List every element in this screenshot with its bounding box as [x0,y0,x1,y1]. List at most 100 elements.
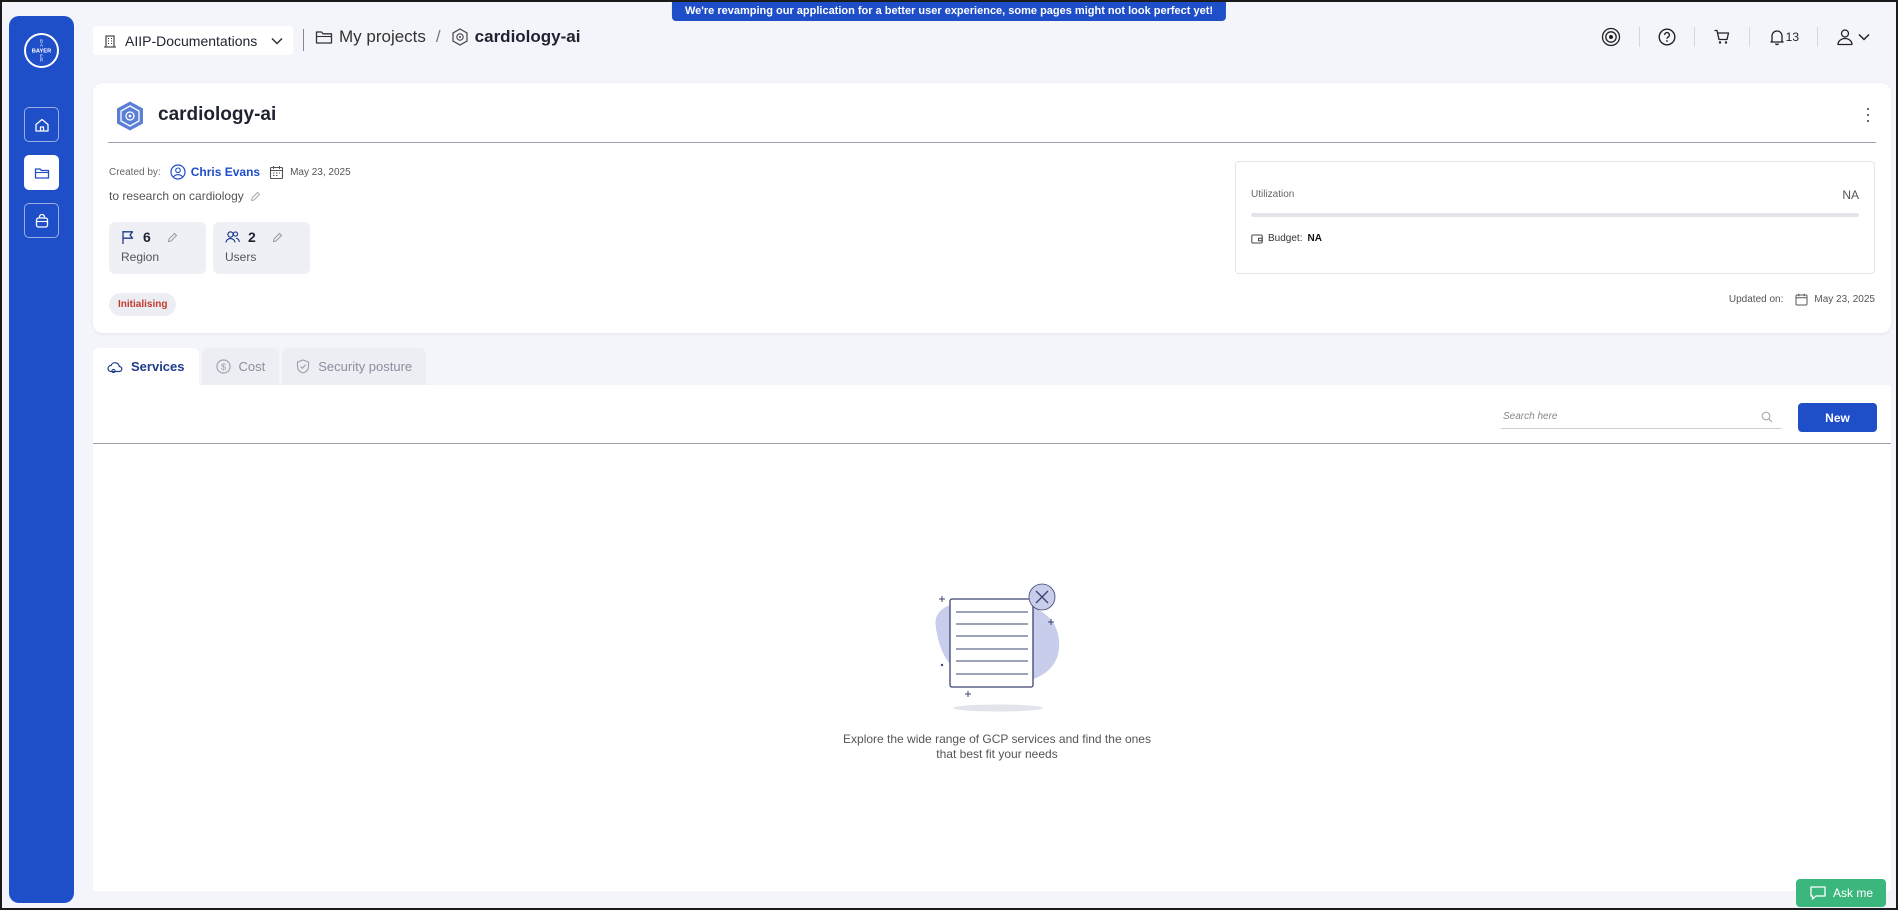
chevron-down-icon [1858,33,1870,41]
edit-users-icon[interactable] [272,232,283,243]
wallet-icon [1251,234,1263,243]
bag-icon [35,213,48,228]
help-icon [1658,28,1676,46]
budget-value: NA [1307,233,1322,244]
bayer-logo[interactable]: BAYER B A E R [24,33,59,68]
description-text: to research on cardiology [109,189,244,203]
project-hex-icon [114,100,146,132]
tab-cost-label: Cost [238,359,266,374]
user-circle-icon [170,164,186,180]
users-stat: 2 Users [213,222,310,274]
empty-document-icon [935,583,1060,712]
edit-region-icon[interactable] [167,232,178,243]
tab-services-label: Services [131,359,185,374]
cart-icon [1714,29,1729,44]
header-actions: 13 [1591,24,1880,50]
project-tabs: Services $ Cost Security posture [93,348,427,385]
breadcrumb-parent-label: My projects [339,27,426,46]
search-icon[interactable] [1761,411,1773,423]
tab-services[interactable]: Services [93,348,199,385]
created-by-row: Created by: Chris Evans May 23, 2025 [109,164,351,180]
status-badge: Initialising [109,293,177,316]
org-name: AIIP-Documentations [125,32,258,49]
tab-security-posture[interactable]: Security posture [282,348,427,385]
utilization-bar [1251,213,1859,217]
empty-state-line-2: that best fit your needs [936,747,1058,761]
shield-icon [297,359,310,374]
breadcrumb-my-projects[interactable]: My projects [315,27,426,47]
chat-icon [1810,886,1826,900]
breadcrumb-separator: / [435,27,441,46]
breadcrumb-current: cardiology-ai [451,27,581,47]
updated-label: Updated on: [1728,294,1784,305]
sidebar-item-home[interactable] [24,107,59,142]
updated-row: Updated on: May 23, 2025 [1729,293,1875,306]
budget-row: Budget: NA [1251,233,1322,244]
breadcrumb-current-label: cardiology-ai [474,27,581,46]
bayer-cross-icon: BAYER B A E R [32,39,52,63]
folder-icon [34,167,49,179]
bell-icon [1769,30,1784,46]
empty-state-line-1: Explore the wide range of GCP services a… [843,732,1151,746]
users-count: 2 [248,229,256,245]
utilization-box: Utilization NA Budget: NA [1235,161,1875,274]
utilization-value: NA [1842,188,1859,202]
flag-icon [122,230,134,244]
sidebar-item-shop[interactable] [24,203,59,238]
users-icon [225,231,240,243]
chevron-down-icon [271,37,283,45]
notifications-count: 13 [1785,30,1799,44]
panel-divider [93,443,1891,444]
target-button[interactable] [1591,24,1631,50]
tab-cost[interactable]: $ Cost [201,348,280,385]
card-divider [108,142,1876,143]
search-input[interactable] [1501,411,1761,422]
target-icon [1601,27,1620,47]
search-box [1501,405,1781,429]
calendar-icon [1795,293,1808,306]
svg-text:R: R [40,58,43,63]
utilization-label: Utilization [1251,189,1295,200]
building-icon [104,34,116,48]
users-label: Users [225,250,257,264]
updated-date: May 23, 2025 [1814,294,1875,305]
ask-me-button[interactable]: Ask me [1796,879,1886,907]
more-options-icon[interactable]: · · · [1865,99,1871,129]
budget-label: Budget: [1268,233,1303,244]
calendar-icon [270,165,284,179]
user-menu-button[interactable] [1826,24,1880,50]
folder-icon [315,31,333,44]
ask-me-label: Ask me [1832,886,1873,900]
user-icon [1837,29,1853,46]
sidebar-item-projects[interactable] [24,155,59,190]
empty-state-illustration [916,580,1076,715]
region-count: 6 [143,229,151,245]
author-link[interactable]: Chris Evans [191,165,260,179]
created-date: May 23, 2025 [290,166,351,178]
region-stat: 6 Region [109,222,206,274]
cart-button[interactable] [1703,24,1741,50]
header-separator [303,29,304,51]
dollar-icon: $ [215,359,231,374]
project-card: cardiology-ai · · · Created by: Chris Evan… [93,83,1891,333]
empty-state-message: Explore the wide range of GCP services a… [832,732,1162,762]
project-title: cardiology-ai [158,104,277,125]
cloud-icon [107,361,123,373]
services-panel: New Explore the wide range of GCP servic… [93,385,1891,891]
created-by-label: Created by: [109,166,161,178]
org-selector[interactable]: AIIP-Documentations [93,26,293,55]
svg-text:A: A [40,43,43,48]
tab-security-label: Security posture [318,359,413,374]
notifications-button[interactable]: 13 [1758,24,1809,50]
edit-pencil-icon[interactable] [250,191,261,202]
svg-text:$: $ [220,362,225,372]
breadcrumb: My projects / cardiology-ai [315,27,580,47]
sidebar: BAYER B A E R [9,16,74,903]
new-service-button[interactable]: New [1798,403,1877,432]
project-description: to research on cardiology [109,189,261,203]
revamp-banner: We're revamping our application for a be… [671,2,1227,21]
region-label: Region [121,250,160,264]
home-icon [34,118,49,132]
project-hex-icon [452,28,468,46]
help-button[interactable] [1648,24,1686,50]
